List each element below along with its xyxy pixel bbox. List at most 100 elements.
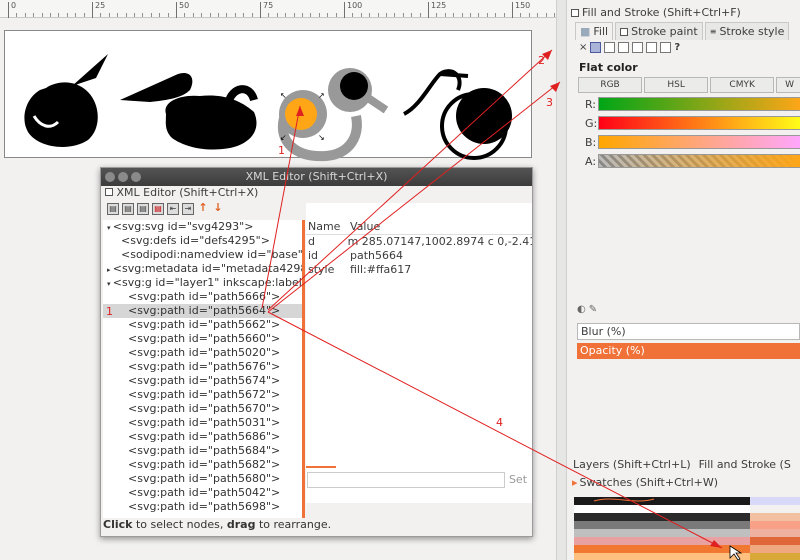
- tree-scrollbar[interactable]: [302, 220, 305, 518]
- attribute-value: path5664: [350, 249, 404, 262]
- dock-scrollbar[interactable]: [556, 0, 566, 560]
- mesh-gradient-button[interactable]: [632, 42, 644, 53]
- tree-node[interactable]: ▾ <svg:g id="layer1" inkscape:label=": [103, 276, 303, 290]
- radial-gradient-button[interactable]: [618, 42, 630, 53]
- raise-node-icon[interactable]: ↑: [197, 202, 209, 215]
- delete-node-icon[interactable]: ▤: [152, 203, 164, 215]
- pattern-button[interactable]: [646, 42, 658, 53]
- tab-stroke-style[interactable]: ≡ Stroke style: [704, 22, 790, 40]
- ruler-minor-tick: [184, 13, 186, 17]
- tab-fill-stroke-2[interactable]: Fill and Stroke (S: [698, 457, 792, 472]
- status-drag: drag: [226, 518, 256, 531]
- panel-toggle-icon[interactable]: [571, 8, 579, 17]
- xml-editor-title: XML Editor (Shift+Ctrl+X): [245, 170, 388, 183]
- lower-node-icon[interactable]: ↓: [212, 202, 224, 215]
- ruler-minor-tick: [218, 13, 219, 17]
- bird-shape-4[interactable]: [402, 69, 512, 160]
- tree-node[interactable]: <svg:path id="path5672">: [103, 388, 303, 402]
- tree-node[interactable]: <svg:path id="path5660">: [103, 332, 303, 346]
- tree-node[interactable]: ▸ <svg:metadata id="metadata4298": [103, 262, 303, 276]
- unset-paint-icon[interactable]: ?: [674, 42, 680, 53]
- swatch-button[interactable]: [660, 42, 672, 53]
- tree-node-label: <svg:path id="path5676">: [128, 360, 281, 373]
- tree-node[interactable]: <svg:path id="path5676">: [103, 360, 303, 374]
- tree-node[interactable]: <svg:path id="path5698">: [103, 500, 303, 514]
- new-element-node-icon[interactable]: ▤: [107, 203, 119, 215]
- duplicate-node-icon[interactable]: ▤: [137, 203, 149, 215]
- tree-node[interactable]: <svg:path id="path5662">: [103, 318, 303, 332]
- canvas-drawing[interactable]: ↖ ↗ ↙ ↘: [0, 18, 556, 178]
- blend-icon[interactable]: ◐: [577, 304, 586, 315]
- bird-shape-3-selected[interactable]: ↖ ↗ ↙ ↘: [277, 68, 389, 162]
- flat-color-button[interactable]: [590, 42, 602, 53]
- blur-field[interactable]: Blur (%): [577, 323, 800, 340]
- xml-panel-toggle-icon[interactable]: [105, 188, 113, 196]
- tab-stroke-paint[interactable]: Stroke paint: [615, 22, 703, 40]
- ruler-minor-tick: [117, 13, 119, 17]
- status-end: to rearrange.: [255, 518, 332, 531]
- tree-node-label: <svg:metadata id="metadata4298": [112, 262, 303, 275]
- tree-node[interactable]: <svg:path id="path5682">: [103, 458, 303, 472]
- tree-node[interactable]: <svg:path id="path5674">: [103, 374, 303, 388]
- attribute-value: fill:#ffa617: [350, 263, 412, 276]
- attribute-row[interactable]: d m 285.07147,1002.8974 c 0,-2.416: [306, 235, 532, 249]
- xml-editor-window[interactable]: XML Editor (Shift+Ctrl+X) XML Editor (Sh…: [100, 167, 533, 537]
- maximize-icon[interactable]: [131, 172, 141, 182]
- tab-layers[interactable]: Layers (Shift+Ctrl+L): [572, 457, 692, 472]
- attr-name-header[interactable]: Name: [306, 219, 350, 234]
- slider-a-bar[interactable]: [598, 154, 800, 168]
- ruler-minor-tick: [75, 13, 77, 17]
- minimize-icon[interactable]: [118, 172, 128, 182]
- indent-node-icon[interactable]: ⇥: [182, 203, 194, 215]
- ruler-minor-tick: [192, 13, 194, 17]
- tab-hsl[interactable]: HSL: [644, 77, 709, 93]
- set-attribute-button[interactable]: Set: [505, 472, 531, 488]
- tree-node[interactable]: <svg:path id="path5686">: [103, 430, 303, 444]
- new-text-node-icon[interactable]: ▤: [122, 203, 134, 215]
- tree-node[interactable]: <sodipodi:namedview id="base">: [103, 248, 303, 262]
- ruler-minor-tick: [268, 13, 270, 17]
- opacity-field[interactable]: Opacity (%): [577, 343, 800, 359]
- tree-node[interactable]: <svg:path id="path5684">: [103, 444, 303, 458]
- tree-node[interactable]: ▾ <svg:svg id="svg4293">: [103, 220, 303, 234]
- ruler-minor-tick: [537, 13, 539, 17]
- attr-value-header[interactable]: Value: [350, 219, 380, 234]
- tree-node[interactable]: <svg:path id="path5666">: [103, 290, 303, 304]
- ruler-minor-tick: [394, 13, 396, 17]
- swatches-panel-title[interactable]: ▸ Swatches (Shift+Ctrl+W): [572, 476, 718, 489]
- attribute-value-input[interactable]: [307, 472, 505, 488]
- tree-node[interactable]: <svg:path id="path5020">: [103, 346, 303, 360]
- attribute-row[interactable]: style fill:#ffa617: [306, 263, 532, 277]
- bird-shape-1[interactable]: [24, 54, 108, 147]
- unindent-node-icon[interactable]: ⇤: [167, 203, 179, 215]
- fill-stroke-panel-title[interactable]: Fill and Stroke (Shift+Ctrl+F): [571, 6, 741, 19]
- no-paint-icon[interactable]: ×: [579, 42, 587, 53]
- slider-g-bar[interactable]: [598, 116, 800, 130]
- tree-node[interactable]: <svg:path id="path5670">: [103, 402, 303, 416]
- bird-shape-2[interactable]: [120, 72, 258, 150]
- tree-node[interactable]: <svg:defs id="defs4295">: [103, 234, 303, 248]
- tree-node-label: <svg:path id="path5042">: [128, 486, 281, 499]
- swatch-grid[interactable]: [574, 493, 800, 560]
- xml-node-tree[interactable]: ▾ <svg:svg id="svg4293"> <svg:defs id="de…: [103, 220, 303, 518]
- slider-r-bar[interactable]: [598, 97, 800, 111]
- tree-node[interactable]: <svg:path id="path5664">: [103, 304, 303, 318]
- close-icon[interactable]: [105, 172, 115, 182]
- swatches-icon: ▸: [572, 476, 578, 489]
- tree-node[interactable]: <svg:path id="path5031">: [103, 416, 303, 430]
- tab-wheel[interactable]: W: [776, 77, 800, 93]
- tab-rgb[interactable]: RGB: [578, 77, 643, 93]
- attribute-header: Name Value: [306, 219, 532, 235]
- tab-fill[interactable]: ■ Fill: [575, 22, 614, 40]
- tab-cmyk[interactable]: CMYK: [710, 77, 775, 93]
- slider-b-bar[interactable]: [598, 135, 800, 149]
- eyedropper-icon[interactable]: ✎: [589, 304, 597, 315]
- linear-gradient-button[interactable]: [604, 42, 616, 53]
- xml-editor-titlebar[interactable]: XML Editor (Shift+Ctrl+X): [101, 168, 532, 186]
- slider-r-label: R:: [585, 97, 597, 111]
- attribute-row[interactable]: id path5664: [306, 249, 532, 263]
- ruler-minor-tick: [386, 13, 387, 17]
- ruler-minor-tick: [335, 13, 337, 17]
- tree-node[interactable]: <svg:path id="path5680">: [103, 472, 303, 486]
- tree-node[interactable]: <svg:path id="path5042">: [103, 486, 303, 500]
